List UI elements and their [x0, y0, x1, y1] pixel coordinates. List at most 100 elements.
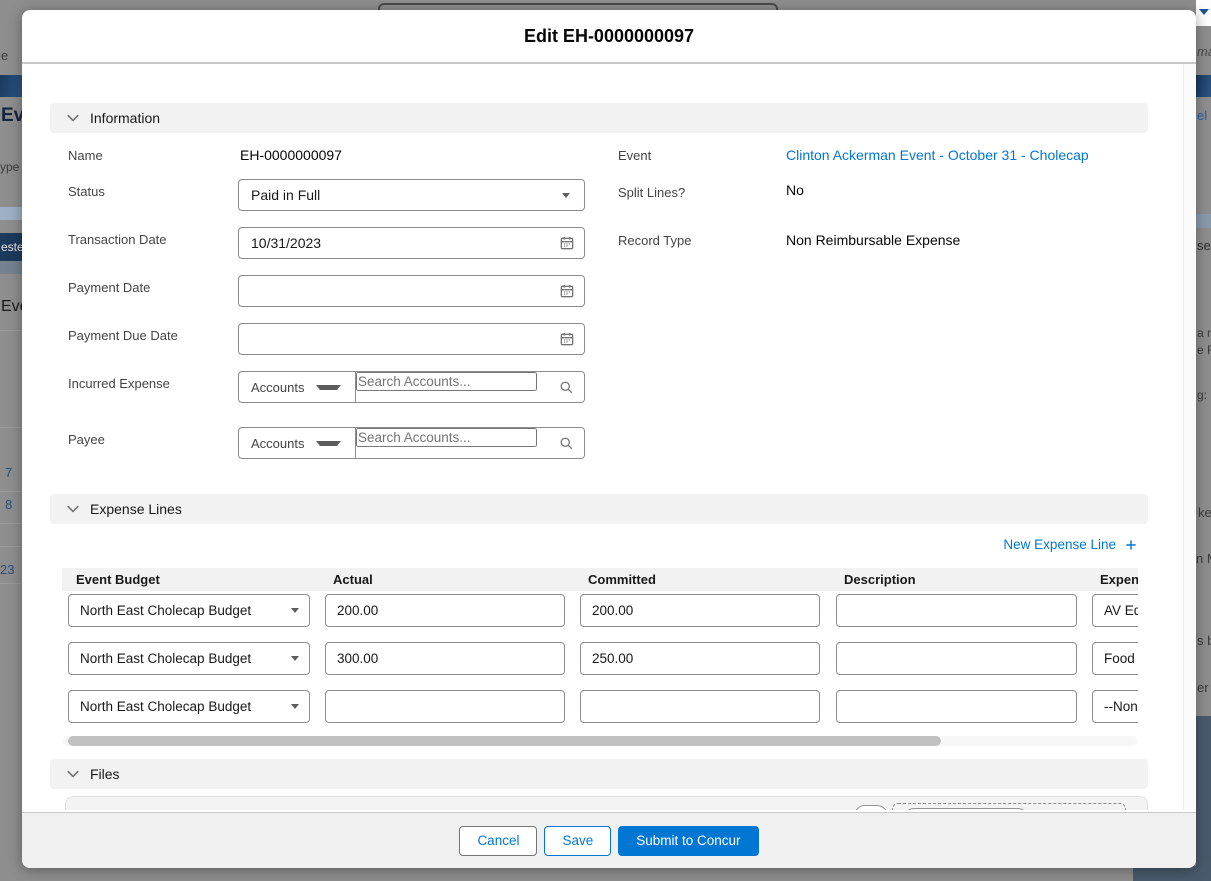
bg-divider [0, 523, 22, 524]
expense-type-select[interactable]: --Non [1092, 690, 1138, 723]
bg-slate-panel [1196, 716, 1211, 881]
calendar-icon[interactable] [559, 235, 575, 251]
entity-select-value: Accounts [251, 435, 305, 451]
chevron-down-icon [1199, 9, 1209, 15]
actual-input[interactable] [325, 642, 565, 675]
vertical-scrollbar[interactable] [1183, 64, 1195, 810]
bg-text-fragment: s b [1197, 633, 1211, 648]
bg-text-fragment: Ev [1, 105, 25, 126]
bg-text-fragment: 8 [5, 497, 13, 512]
payment-due-date-input[interactable] [239, 324, 584, 354]
description-input[interactable] [836, 642, 1077, 675]
event-budget-value: North East Cholecap Budget [80, 651, 252, 666]
chevron-down-icon[interactable] [66, 502, 80, 516]
edit-record-modal: Edit EH-0000000097 Information Name EH-0… [22, 10, 1196, 868]
bg-divider [0, 546, 22, 547]
event-budget-value: North East Cholecap Budget [80, 699, 252, 714]
bg-bluegray-bar [1196, 214, 1211, 228]
committed-input[interactable] [580, 594, 820, 627]
section-header-information[interactable]: Information [50, 103, 1148, 133]
payment-date-input[interactable] [239, 276, 584, 306]
horizontal-scrollbar-thumb[interactable] [68, 736, 941, 746]
new-expense-line-button[interactable]: New Expense Line [1003, 537, 1138, 552]
modal-footer: Cancel Save Submit to Concur [22, 812, 1196, 868]
name-value: EH-0000000097 [240, 147, 342, 163]
calendar-icon[interactable] [559, 283, 575, 299]
modal-header: Edit EH-0000000097 [22, 10, 1196, 64]
actual-input[interactable] [325, 690, 565, 723]
modal-title: Edit EH-0000000097 [523, 25, 695, 46]
expense-type-select[interactable]: Food [1092, 642, 1138, 675]
committed-input[interactable] [580, 642, 820, 675]
entity-select-value: Accounts [251, 379, 305, 395]
column-header-actual: Actual [333, 572, 373, 587]
drop-zone-button[interactable] [901, 808, 1031, 810]
bg-text-fragment: g: [1197, 388, 1208, 402]
search-icon [559, 436, 574, 451]
files-panel [65, 796, 1148, 810]
incurred-expense-entity-select[interactable]: Accounts [238, 371, 356, 403]
payee-lookup [356, 427, 585, 459]
chevron-down-icon [291, 704, 299, 709]
column-header-description: Description [844, 572, 916, 587]
chevron-down-icon [316, 384, 341, 390]
section-header-expense-lines[interactable]: Expense Lines [50, 494, 1148, 524]
split-lines-label: Split Lines? [618, 185, 686, 200]
payee-label: Payee [68, 432, 105, 447]
committed-input[interactable] [580, 690, 820, 723]
expense-line-row: North East Cholecap Budget Food [62, 642, 1138, 675]
event-budget-select[interactable]: North East Cholecap Budget [68, 690, 310, 723]
section-label: Information [90, 110, 161, 126]
upload-files-button[interactable] [854, 805, 888, 810]
expense-lines-table: Event Budget Actual Committed Descriptio… [62, 568, 1138, 750]
bg-navy-bar [0, 75, 22, 97]
event-budget-value: North East Cholecap Budget [80, 603, 252, 618]
modal-body: Information Name EH-0000000097 Status Pa… [22, 64, 1196, 810]
transaction-date-input[interactable] [239, 228, 584, 258]
bg-divider [0, 427, 22, 428]
status-select[interactable]: Paid in Full [238, 179, 585, 211]
column-header-expense-type: Expens [1100, 572, 1138, 587]
incurred-expense-lookup [356, 371, 585, 403]
record-type-label: Record Type [618, 233, 692, 248]
description-input[interactable] [836, 690, 1077, 723]
record-type-value: Non Reimbursable Expense [786, 232, 961, 248]
calendar-icon[interactable] [559, 331, 575, 347]
submit-to-concur-button[interactable]: Submit to Concur [618, 825, 759, 856]
bg-divider [0, 491, 22, 492]
payee-search-input[interactable] [356, 428, 537, 447]
payment-date-field [238, 275, 585, 307]
expense-type-value: Food [1104, 651, 1135, 666]
chevron-down-icon [291, 656, 299, 661]
incurred-expense-search-input[interactable] [356, 372, 537, 391]
save-button[interactable]: Save [544, 825, 612, 856]
status-select-value: Paid in Full [251, 187, 321, 203]
bg-text-fragment: e [1, 48, 9, 63]
expense-line-row: North East Cholecap Budget AV Eq [62, 594, 1138, 627]
event-budget-select[interactable]: North East Cholecap Budget [68, 594, 310, 627]
bg-text-fragment: 7 [5, 465, 13, 480]
section-label: Expense Lines [90, 501, 182, 517]
section-header-files[interactable]: Files [50, 759, 1148, 789]
transaction-date-label: Transaction Date [68, 232, 167, 247]
payee-entity-select[interactable]: Accounts [238, 427, 356, 459]
expense-type-select[interactable]: AV Eq [1092, 594, 1138, 627]
event-link[interactable]: Clinton Ackerman Event - October 31 - Ch… [786, 147, 1089, 163]
chevron-down-icon[interactable] [66, 111, 80, 125]
chevron-down-icon [562, 192, 570, 198]
chevron-down-icon[interactable] [66, 767, 80, 781]
horizontal-scrollbar[interactable] [62, 736, 1138, 746]
file-drop-zone[interactable] [892, 803, 1126, 810]
cancel-button[interactable]: Cancel [459, 825, 538, 856]
bg-divider [0, 330, 22, 331]
actual-input[interactable] [325, 594, 565, 627]
bg-text-fragment: er [1197, 680, 1209, 695]
search-icon [559, 380, 574, 395]
event-budget-select[interactable]: North East Cholecap Budget [68, 642, 310, 675]
bg-divider [0, 583, 22, 584]
column-header-committed: Committed [588, 572, 656, 587]
description-input[interactable] [836, 594, 1077, 627]
bg-text-fragment: a r [1197, 326, 1211, 340]
incurred-expense-label: Incurred Expense [68, 376, 170, 391]
name-label: Name [68, 148, 103, 163]
